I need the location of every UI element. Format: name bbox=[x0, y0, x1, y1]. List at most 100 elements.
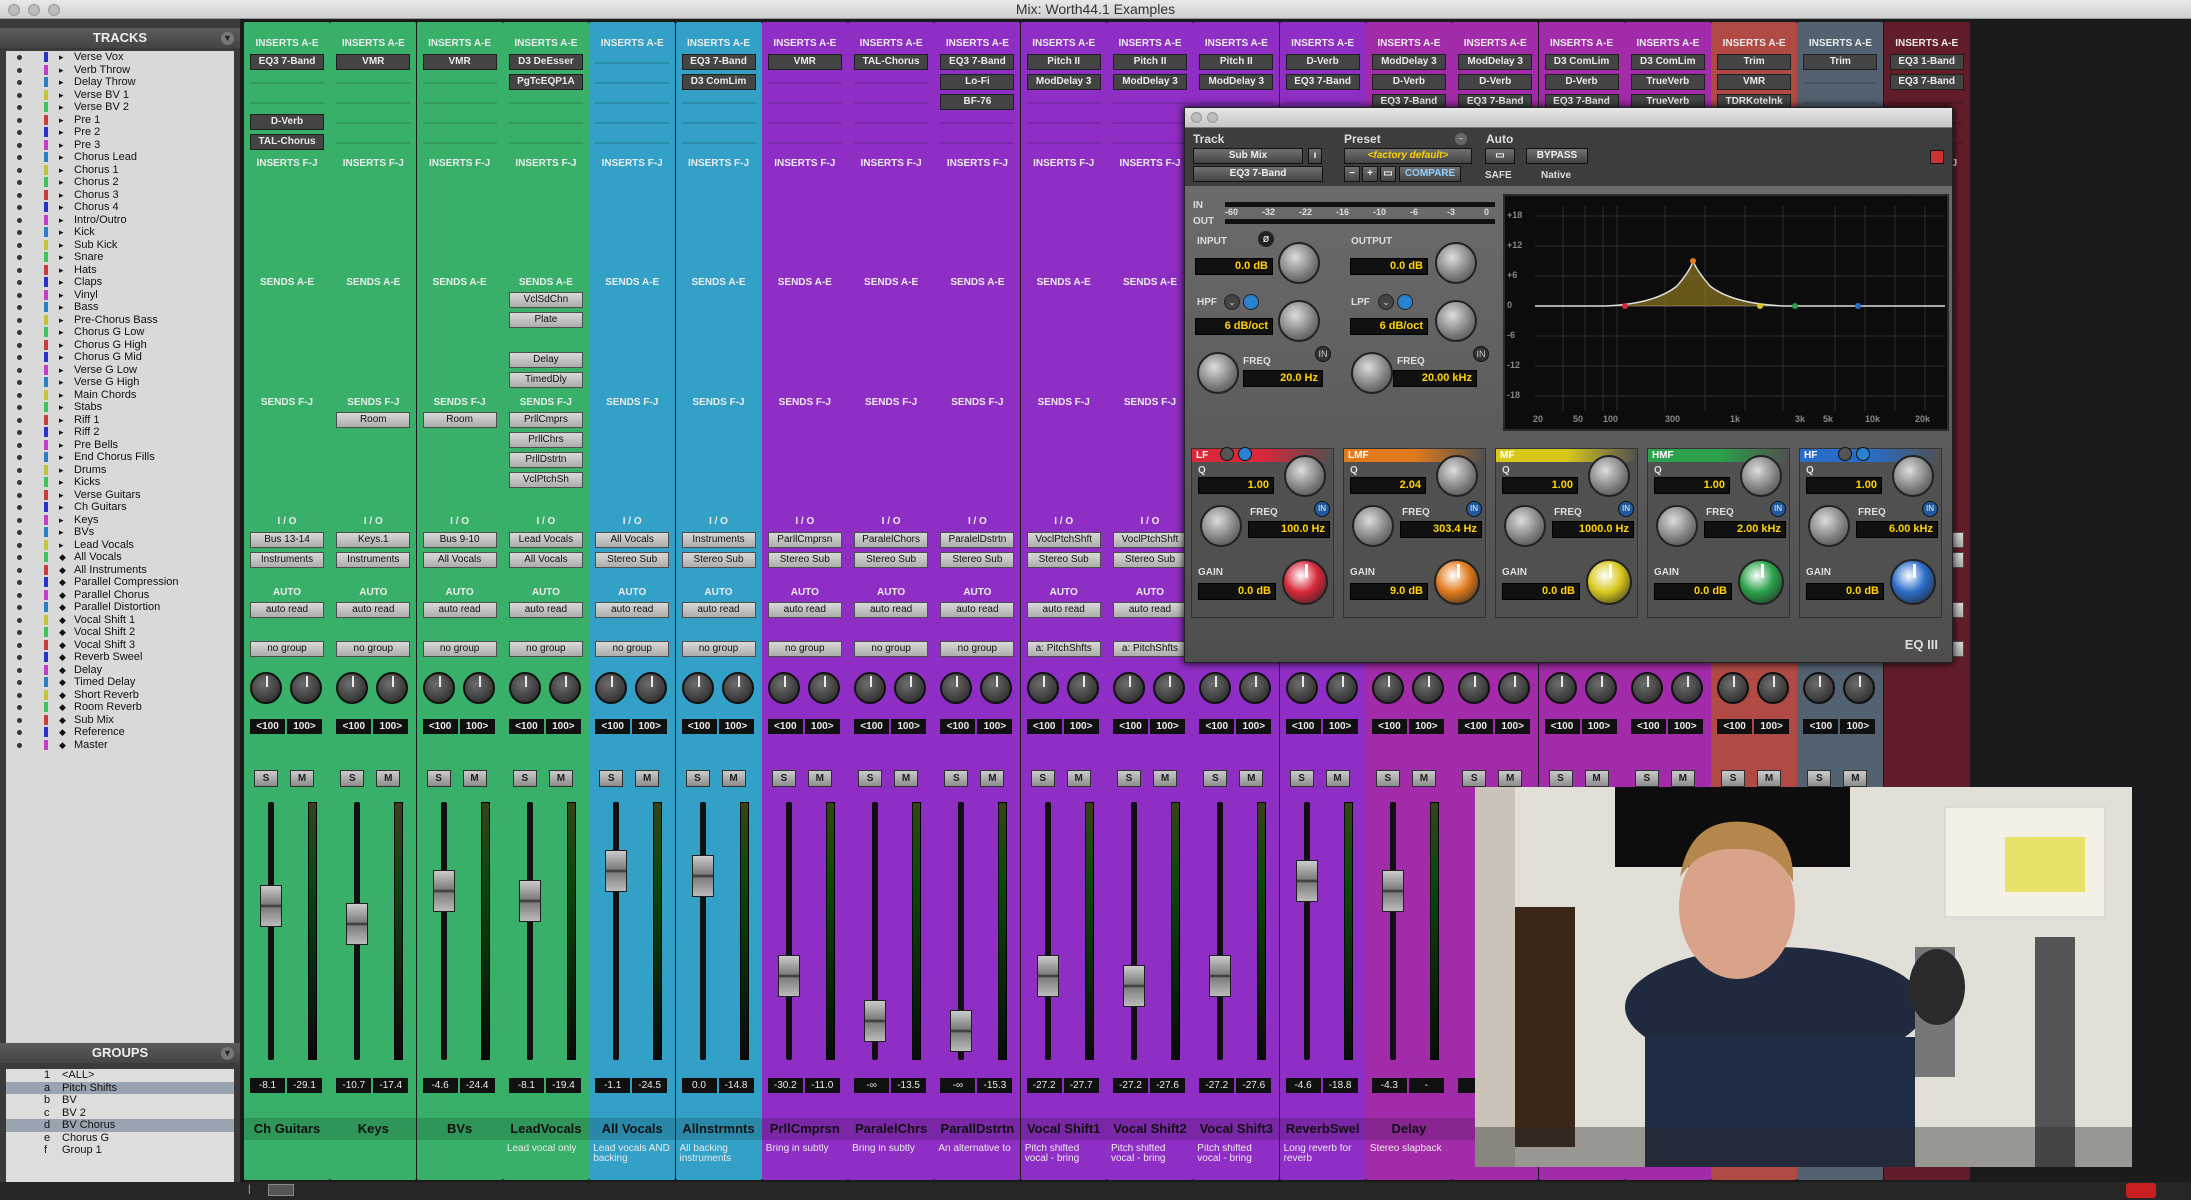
track-comment[interactable]: All backing instruments bbox=[680, 1144, 758, 1164]
pan-right-value[interactable]: 100> bbox=[718, 719, 754, 734]
safe-button[interactable]: SAFE bbox=[1485, 170, 1512, 181]
output-selector[interactable]: Stereo Sub bbox=[681, 552, 756, 568]
pan-left-knob[interactable] bbox=[1113, 672, 1145, 704]
empty-insert-slot[interactable] bbox=[681, 122, 756, 124]
track-visible-dot[interactable] bbox=[17, 405, 22, 410]
track-list-item[interactable]: ◆ Vocal Shift 3 bbox=[6, 639, 234, 652]
preset-prev-button[interactable]: − bbox=[1344, 166, 1360, 182]
pan-right-knob[interactable] bbox=[290, 672, 322, 704]
pan-left-value[interactable]: <100 bbox=[1113, 719, 1148, 734]
send-slot[interactable]: PrllCmprs bbox=[508, 412, 583, 428]
insert-slot[interactable]: Pitch II bbox=[1199, 54, 1274, 70]
track-visible-dot[interactable] bbox=[17, 592, 22, 598]
track-list-item[interactable]: ◆ Short Reverb bbox=[6, 689, 234, 702]
track-visible-dot[interactable] bbox=[17, 105, 22, 110]
volume-value[interactable]: -10.7 bbox=[336, 1078, 372, 1093]
lpf-enable-icon[interactable] bbox=[1397, 294, 1413, 310]
volume-value[interactable]: -27.2 bbox=[1199, 1078, 1235, 1093]
band-gain-knob[interactable] bbox=[1586, 559, 1632, 605]
output-selector[interactable]: Stereo Sub bbox=[854, 552, 929, 568]
empty-insert-slot[interactable] bbox=[336, 122, 411, 124]
empty-insert-slot[interactable] bbox=[1026, 102, 1101, 104]
plugin-close-button[interactable] bbox=[1191, 112, 1202, 123]
track-visible-dot[interactable] bbox=[17, 467, 22, 473]
automation-mode-selector[interactable]: auto read bbox=[250, 602, 324, 618]
send-slot[interactable]: Delay bbox=[508, 352, 583, 368]
track-list-item[interactable]: ◆ Reverb Sweel bbox=[6, 651, 234, 664]
empty-insert-slot[interactable] bbox=[767, 102, 842, 104]
track-comment[interactable]: Lead vocals AND backing bbox=[593, 1144, 671, 1164]
track-visible-dot[interactable] bbox=[17, 342, 22, 348]
groups-menu-button[interactable]: ▼ bbox=[221, 1047, 234, 1060]
track-list-item[interactable]: ▸ Verse G Low bbox=[6, 364, 234, 377]
band-q-knob[interactable] bbox=[1436, 455, 1478, 497]
pan-left-value[interactable]: <100 bbox=[1803, 719, 1839, 734]
pan-right-value[interactable]: 100> bbox=[891, 719, 927, 734]
empty-insert-slot[interactable] bbox=[422, 142, 497, 144]
track-name-label[interactable]: All Vocals bbox=[589, 1118, 676, 1140]
track-visible-dot[interactable] bbox=[17, 455, 22, 460]
solo-button[interactable]: S bbox=[599, 770, 624, 787]
pan-left-value[interactable]: <100 bbox=[508, 719, 544, 734]
hf-band-handle[interactable] bbox=[1855, 303, 1861, 309]
volume-fader[interactable] bbox=[864, 1000, 887, 1042]
automation-mode-selector[interactable]: auto read bbox=[1026, 602, 1101, 618]
automation-mode-selector[interactable]: auto read bbox=[422, 602, 497, 618]
track-name-label[interactable]: ReverbSwel bbox=[1279, 1118, 1366, 1140]
empty-insert-slot[interactable] bbox=[940, 142, 1015, 144]
track-list-item[interactable]: ▸ Drums bbox=[6, 464, 234, 477]
track-comment[interactable] bbox=[248, 1144, 326, 1164]
pan-left-knob[interactable] bbox=[508, 672, 541, 704]
pan-right-knob[interactable] bbox=[721, 672, 754, 704]
band-freq-value[interactable]: 6.00 kHz bbox=[1856, 521, 1938, 538]
band-in-button[interactable]: IN bbox=[1770, 501, 1786, 517]
volume-fader[interactable] bbox=[346, 903, 369, 945]
automation-mode-selector[interactable]: auto read bbox=[767, 602, 842, 618]
pan-right-value[interactable]: 100> bbox=[1495, 719, 1531, 734]
phase-invert-icon[interactable]: ø bbox=[1258, 231, 1274, 247]
mute-button[interactable]: M bbox=[635, 770, 660, 787]
insert-slot[interactable]: D-Verb bbox=[1285, 54, 1360, 70]
volume-value[interactable]: -4.6 bbox=[422, 1078, 458, 1093]
track-comment[interactable] bbox=[334, 1144, 412, 1164]
track-stereo-button[interactable]: ı bbox=[1308, 148, 1322, 164]
volume-value[interactable]: -∞ bbox=[854, 1078, 890, 1093]
band-q-knob[interactable] bbox=[1892, 455, 1934, 497]
solo-button[interactable]: S bbox=[858, 770, 883, 787]
send-slot[interactable]: PrllDstrtn bbox=[508, 452, 583, 468]
target-icon[interactable] bbox=[1930, 150, 1944, 164]
track-visible-dot[interactable] bbox=[17, 680, 22, 685]
mute-button[interactable]: M bbox=[1584, 770, 1609, 787]
pan-right-knob[interactable] bbox=[1757, 672, 1790, 704]
solo-button[interactable]: S bbox=[1721, 770, 1746, 787]
input-selector[interactable]: ParalelChors bbox=[854, 532, 929, 548]
empty-insert-slot[interactable] bbox=[508, 102, 583, 104]
volume-fader[interactable] bbox=[260, 885, 282, 927]
track-visible-dot[interactable] bbox=[17, 167, 22, 173]
track-comment[interactable]: An alternative to bbox=[938, 1144, 1016, 1164]
insert-slot[interactable]: ModDelay 3 bbox=[1371, 54, 1446, 70]
track-list-item[interactable]: ▸ Kicks bbox=[6, 476, 234, 489]
track-visible-dot[interactable] bbox=[17, 705, 22, 710]
band-gain-knob[interactable] bbox=[1890, 559, 1936, 605]
pan-left-value[interactable]: <100 bbox=[1717, 719, 1753, 734]
insert-slot[interactable]: TrueVerb bbox=[1630, 74, 1705, 90]
solo-button[interactable]: S bbox=[771, 770, 796, 787]
close-window-button[interactable] bbox=[8, 4, 20, 16]
track-visible-dot[interactable] bbox=[17, 255, 22, 260]
band-gain-knob[interactable] bbox=[1434, 559, 1480, 605]
input-selector[interactable]: Bus 13-14 bbox=[250, 532, 324, 548]
empty-insert-slot[interactable] bbox=[1026, 142, 1101, 144]
track-list-item[interactable]: ▸ Ch Guitars bbox=[6, 501, 234, 514]
insert-slot[interactable]: D3 ComLim bbox=[1630, 54, 1705, 70]
group-list-item[interactable]: f Group 1 bbox=[6, 1144, 234, 1157]
track-visible-dot[interactable] bbox=[17, 205, 22, 210]
group-list-item[interactable]: b BV bbox=[6, 1094, 234, 1107]
track-name-label[interactable]: LeadVocals bbox=[502, 1118, 589, 1140]
zoom-window-button[interactable] bbox=[48, 4, 60, 16]
output-selector[interactable]: Stereo Sub bbox=[1026, 552, 1101, 568]
mute-button[interactable]: M bbox=[894, 770, 919, 787]
volume-value[interactable]: 0.0 bbox=[681, 1078, 717, 1093]
mute-button[interactable]: M bbox=[1325, 770, 1350, 787]
group-selector[interactable]: a: PitchShfts bbox=[1026, 641, 1101, 657]
